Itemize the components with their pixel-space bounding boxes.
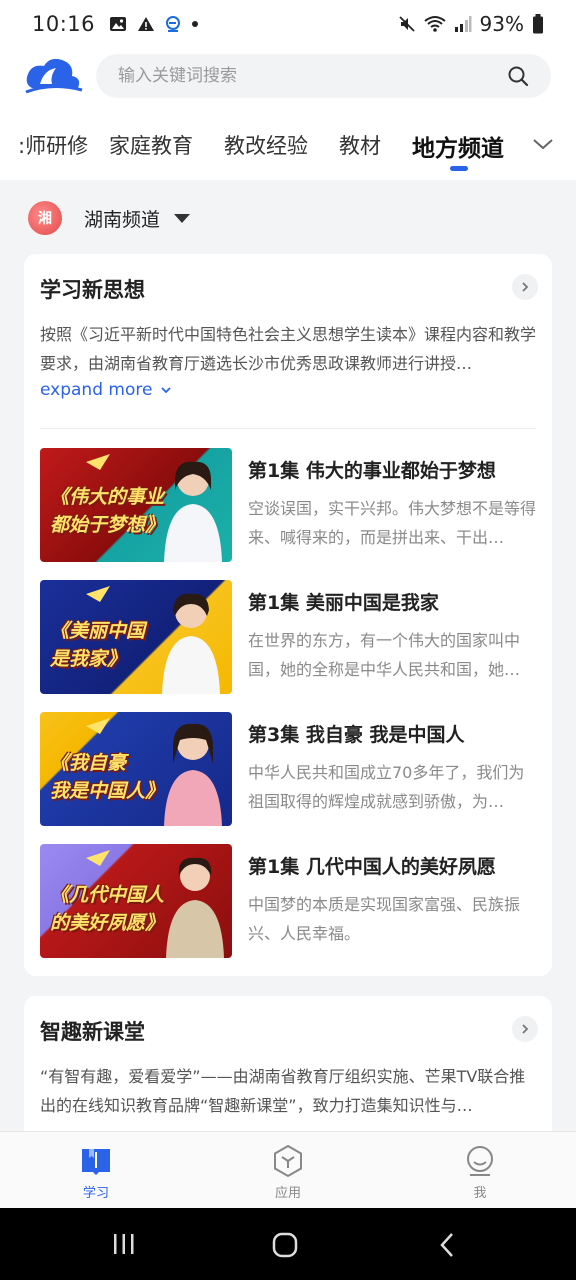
episode-thumbnail: 《几代中国人 的美好夙愿》 <box>40 844 232 958</box>
region-label: 湖南频道 <box>84 208 161 231</box>
expand-more-label: expand more <box>40 380 153 400</box>
nav-label: 应用 <box>274 1186 301 1201</box>
system-navigation-bar <box>0 1208 576 1280</box>
search-bar[interactable] <box>96 54 551 98</box>
presenter-image <box>164 723 222 826</box>
thumbnail-title-line2: 都始于梦想》 <box>50 514 165 536</box>
tab-family-education[interactable]: 家庭教育 <box>109 130 193 160</box>
section-title: 学习新思想 <box>40 278 145 302</box>
category-tabs: :师研修 家庭教育 教改经验 教材 地方频道 <box>0 104 576 180</box>
thumbnail-title-line1: 《伟大的事业 <box>50 486 165 508</box>
apps-cube-icon <box>274 1144 302 1178</box>
thumbnail-title-line1: 《美丽中国 <box>50 620 146 642</box>
nav-apps[interactable]: 应用 <box>248 1144 328 1201</box>
status-time: 10:16 <box>32 12 96 36</box>
chevron-down-icon <box>161 387 172 394</box>
presenter-image <box>162 593 220 694</box>
paper-plane-icon <box>86 586 110 602</box>
app-notification-icon <box>166 16 181 32</box>
region-selector[interactable]: 湘 湖南频道 <box>28 196 191 240</box>
nav-label: 学习 <box>82 1186 109 1201</box>
thumbnail-title-line2: 我是中国人》 <box>50 780 165 802</box>
tab-local-channel[interactable]: 地方频道 <box>412 129 504 163</box>
episode-description: 在世界的东方，有一个伟大的国家叫中国，她的全称是中华人民共和国，她… <box>248 631 521 679</box>
presenter-image <box>164 461 222 562</box>
user-face-icon <box>467 1146 493 1176</box>
episode-description: 中国梦的本质是实现国家富强、民族振兴、人民幸福。 <box>248 895 521 943</box>
episode-item[interactable]: 《美丽中国 是我家》 第1集 美丽中国是我家 在世界的东方，有一个伟大的国家叫中… <box>40 580 536 694</box>
bottom-navigation: 学习 应用 我 <box>0 1131 576 1208</box>
battery-icon <box>533 14 543 34</box>
presenter-image <box>166 857 224 958</box>
region-badge: 湘 <box>28 201 62 235</box>
paper-plane-icon <box>86 850 110 866</box>
episode-description: 中华人民共和国成立70多年了，我们为祖国取得的辉煌成就感到骄傲，为… <box>248 763 525 811</box>
thumbnail-title-line2: 是我家》 <box>50 648 127 670</box>
thumbnail-title-line1: 《我自豪 <box>50 752 127 774</box>
episode-item[interactable]: 《我自豪 我是中国人》 第3集 我自豪 我是中国人 中华人民共和国成立70多年了… <box>40 712 536 826</box>
home-icon[interactable] <box>272 1232 298 1258</box>
episode-title: 第1集 几代中国人的美好夙愿 <box>248 856 496 878</box>
section-more-button[interactable] <box>512 274 538 300</box>
active-tab-indicator <box>450 166 468 171</box>
chevron-down-icon[interactable] <box>530 134 556 154</box>
warning-icon <box>138 17 155 31</box>
episode-title: 第1集 美丽中国是我家 <box>248 592 439 614</box>
chevron-right-icon <box>522 282 529 292</box>
book-icon <box>82 1149 110 1175</box>
search-icon[interactable] <box>507 65 529 87</box>
back-icon[interactable] <box>438 1232 456 1258</box>
episode-item[interactable]: 《几代中国人 的美好夙愿》 第1集 几代中国人的美好夙愿 中国梦的本质是实现国家… <box>40 844 536 958</box>
status-right: 93% <box>398 12 544 36</box>
status-bar: 10:16 93% <box>0 0 576 48</box>
thumbnail-title-line2: 的美好夙愿》 <box>50 912 165 934</box>
status-icons <box>109 15 199 33</box>
app-header <box>0 48 576 104</box>
nav-study[interactable]: 学习 <box>56 1144 136 1201</box>
chevron-right-icon <box>522 1024 529 1034</box>
recent-apps-icon[interactable] <box>112 1232 136 1256</box>
section-card-study-thought: 学习新思想 按照《习近平新时代中国特色社会主义思想学生读本》课程内容和教学要求，… <box>24 254 552 976</box>
image-icon <box>110 17 127 31</box>
search-input[interactable] <box>118 66 507 86</box>
signal-icon <box>454 16 472 32</box>
paper-plane-icon <box>86 718 110 734</box>
episode-title: 第1集 伟大的事业都始于梦想 <box>248 460 496 482</box>
battery-percent: 93% <box>479 12 524 36</box>
wifi-icon <box>423 16 446 32</box>
section-description: “有智有趣，爱看爱学”——由湖南省教育厅组织实施、芒果TV联合推出的在线知识教育… <box>40 1067 526 1115</box>
divider <box>40 428 536 429</box>
section-title: 智趣新课堂 <box>40 1020 145 1044</box>
tab-teacher-training[interactable]: :师研修 <box>18 130 88 160</box>
tab-reform-experience[interactable]: 教改经验 <box>224 130 308 160</box>
dot-icon <box>192 21 199 27</box>
episode-description: 空谈误国，实干兴邦。伟大梦想不是等得来、喊得来的，而是拼出来、干出… <box>248 499 537 547</box>
caret-down-icon <box>174 213 191 223</box>
tab-textbooks[interactable]: 教材 <box>339 130 381 160</box>
episode-thumbnail: 《美丽中国 是我家》 <box>40 580 232 694</box>
mute-icon <box>398 16 415 32</box>
app-logo <box>25 58 83 94</box>
nav-label: 我 <box>473 1186 487 1201</box>
expand-more-button[interactable]: expand more <box>40 380 172 400</box>
episode-thumbnail: 《我自豪 我是中国人》 <box>40 712 232 826</box>
episode-thumbnail: 《伟大的事业 都始于梦想》 <box>40 448 232 562</box>
paper-plane-icon <box>86 454 110 470</box>
episode-title: 第3集 我自豪 我是中国人 <box>248 724 465 746</box>
episode-item[interactable]: 《伟大的事业 都始于梦想》 第1集 伟大的事业都始于梦想 空谈误国，实干兴邦。伟… <box>40 448 536 562</box>
section-more-button[interactable] <box>512 1016 538 1042</box>
thumbnail-title-line1: 《几代中国人 <box>50 884 165 906</box>
nav-me[interactable]: 我 <box>440 1144 520 1201</box>
section-description: 按照《习近平新时代中国特色社会主义思想学生读本》课程内容和教学要求，由湖南省教育… <box>40 325 537 373</box>
